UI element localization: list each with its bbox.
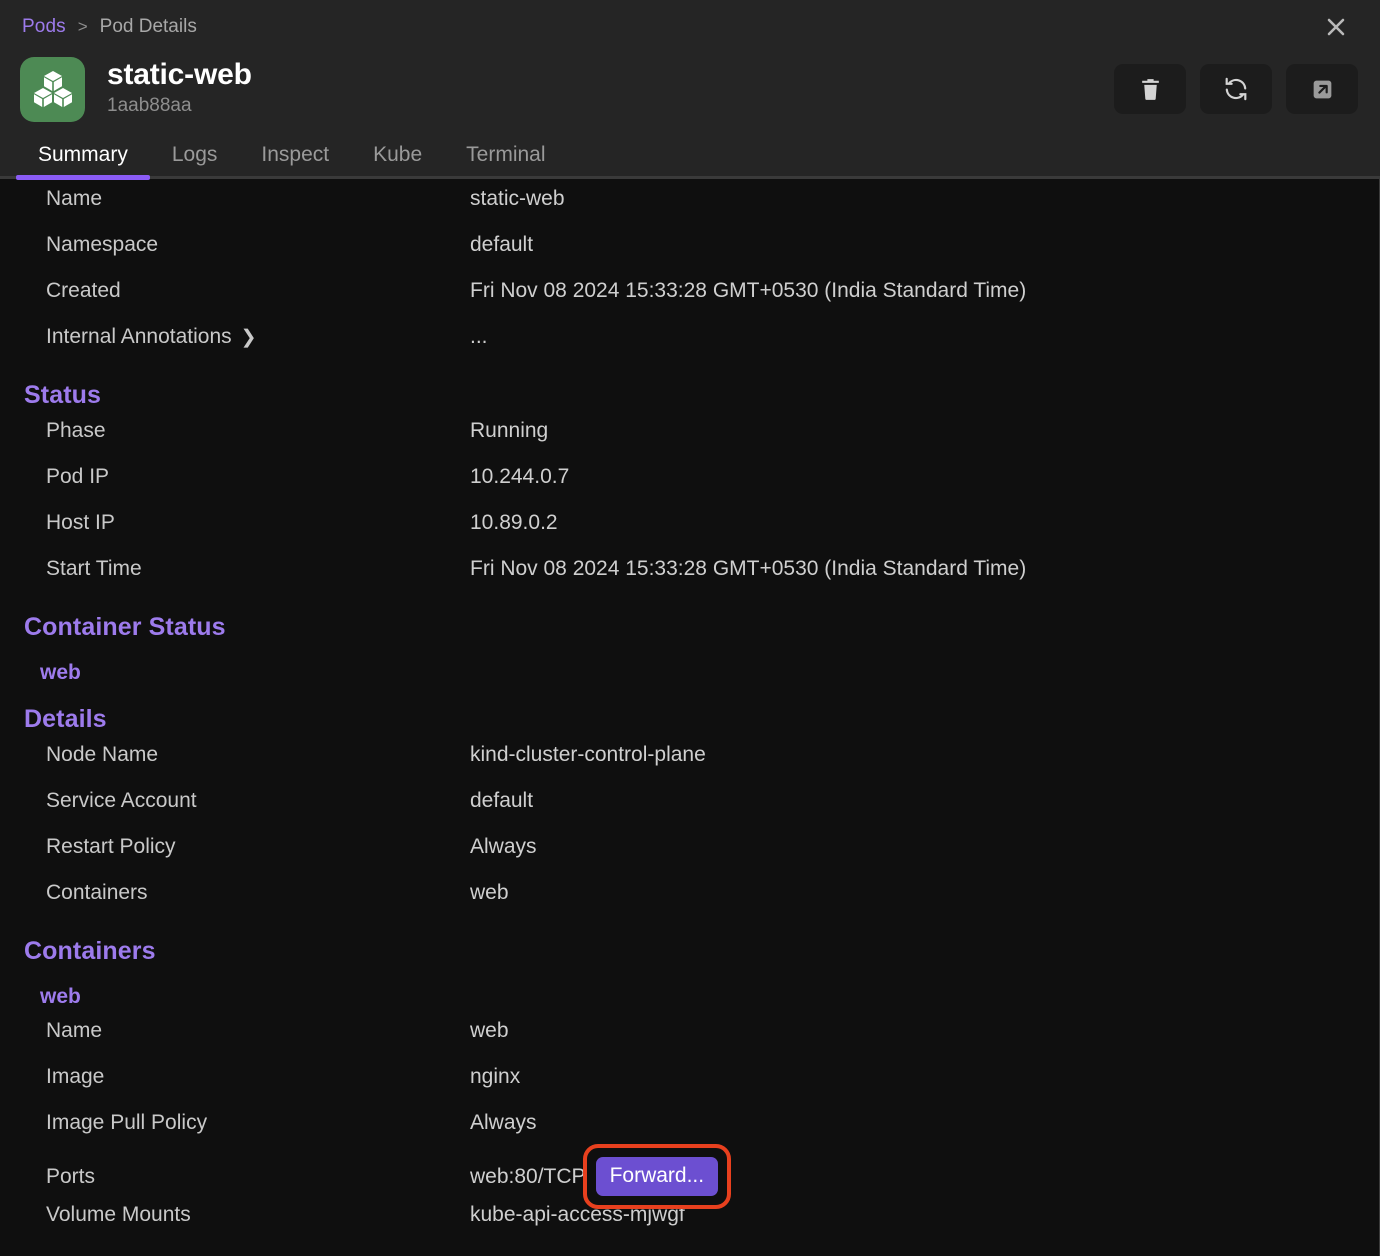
row-value: kind-cluster-control-plane <box>470 743 706 767</box>
pod-id: 1aab88aa <box>107 94 252 119</box>
row-value: Fri Nov 08 2024 15:33:28 GMT+0530 (India… <box>470 279 1026 303</box>
row-value: web <box>470 881 509 905</box>
row-label: Created <box>0 279 470 303</box>
external-link-icon <box>1310 77 1335 102</box>
row-container-name: Name web <box>0 1019 1379 1065</box>
row-phase: Phase Running <box>0 419 1379 465</box>
pod-cubes-icon <box>20 57 85 122</box>
row-label: Image <box>0 1065 470 1089</box>
row-start-time: Start Time Fri Nov 08 2024 15:33:28 GMT+… <box>0 557 1379 603</box>
row-containers: Containers web <box>0 881 1379 927</box>
section-containers: Containers <box>0 927 1379 975</box>
breadcrumb-pods-link[interactable]: Pods <box>22 16 66 38</box>
forward-button-wrapper: Forward... <box>596 1157 719 1196</box>
row-label: Service Account <box>0 789 470 813</box>
refresh-icon <box>1223 76 1249 102</box>
row-value: kube-api-access-mjwgf <box>470 1203 685 1227</box>
row-value: Running <box>470 419 548 443</box>
containers-container-name: web <box>0 975 1379 1019</box>
tab-terminal[interactable]: Terminal <box>444 143 567 178</box>
breadcrumb-current: Pod Details <box>100 16 197 38</box>
row-name: Name static-web <box>0 187 1379 233</box>
row-label: Containers <box>0 881 470 905</box>
row-label-text: Internal Annotations <box>46 325 232 348</box>
row-host-ip: Host IP 10.89.0.2 <box>0 511 1379 557</box>
row-value: Fri Nov 08 2024 15:33:28 GMT+0530 (India… <box>470 557 1026 581</box>
row-label: Host IP <box>0 511 470 535</box>
breadcrumb-separator: > <box>78 17 88 37</box>
row-ports: Ports web:80/TCP Forward... <box>0 1157 1379 1203</box>
container-status-name: web <box>0 651 1379 695</box>
row-label: Name <box>0 187 470 211</box>
page-title: static-web <box>107 59 252 91</box>
row-value: Always <box>470 1111 537 1135</box>
row-label: Volume Mounts <box>0 1203 470 1227</box>
ports-value: web:80/TCP Forward... <box>470 1157 718 1196</box>
close-icon[interactable] <box>1318 9 1354 45</box>
row-value: Always <box>470 835 537 859</box>
open-external-button[interactable] <box>1286 64 1358 114</box>
pod-title-row: static-web 1aab88aa <box>0 53 1380 125</box>
row-node-name: Node Name kind-cluster-control-plane <box>0 743 1379 789</box>
tab-inspect[interactable]: Inspect <box>239 143 351 178</box>
row-value: ... <box>470 325 488 349</box>
row-image: Image nginx <box>0 1065 1379 1111</box>
ports-text: web:80/TCP <box>470 1165 586 1189</box>
refresh-button[interactable] <box>1200 64 1272 114</box>
pod-title-text: static-web 1aab88aa <box>107 59 252 118</box>
row-label: Phase <box>0 419 470 443</box>
summary-panel: Name static-web Namespace default Create… <box>0 178 1380 1256</box>
trash-icon <box>1138 77 1163 102</box>
section-details: Details <box>0 695 1379 743</box>
section-container-status: Container Status <box>0 603 1379 651</box>
row-value: nginx <box>470 1065 520 1089</box>
row-value: 10.89.0.2 <box>470 511 558 535</box>
row-image-pull-policy: Image Pull Policy Always <box>0 1111 1379 1157</box>
chevron-right-icon[interactable]: ❯ <box>241 326 257 349</box>
row-value: web <box>470 1019 509 1043</box>
row-label: Start Time <box>0 557 470 581</box>
row-internal-annotations[interactable]: Internal Annotations ❯ ... <box>0 325 1379 371</box>
row-label: Node Name <box>0 743 470 767</box>
tab-summary[interactable]: Summary <box>16 143 150 178</box>
tab-logs[interactable]: Logs <box>150 143 240 178</box>
row-value: default <box>470 789 533 813</box>
row-restart-policy: Restart Policy Always <box>0 835 1379 881</box>
tab-bar: Summary Logs Inspect Kube Terminal <box>0 125 1380 178</box>
row-label: Image Pull Policy <box>0 1111 470 1135</box>
row-service-account: Service Account default <box>0 789 1379 835</box>
row-namespace: Namespace default <box>0 233 1379 279</box>
row-value: 10.244.0.7 <box>470 465 569 489</box>
row-label: Namespace <box>0 233 470 257</box>
row-value: static-web <box>470 187 565 211</box>
section-status: Status <box>0 371 1379 419</box>
row-label: Ports <box>0 1165 470 1189</box>
row-volume-mounts: Volume Mounts kube-api-access-mjwgf <box>0 1203 1379 1249</box>
row-label: Name <box>0 1019 470 1043</box>
tab-kube[interactable]: Kube <box>351 143 444 178</box>
row-value: default <box>470 233 533 257</box>
port-forward-button[interactable]: Forward... <box>596 1157 719 1196</box>
row-pod-ip: Pod IP 10.244.0.7 <box>0 465 1379 511</box>
breadcrumb: Pods > Pod Details <box>0 0 1380 53</box>
delete-button[interactable] <box>1114 64 1186 114</box>
row-label: Internal Annotations ❯ <box>0 325 470 349</box>
row-label: Restart Policy <box>0 835 470 859</box>
header-actions <box>1114 64 1358 114</box>
pod-details-window: Pods > Pod Details <box>0 0 1380 1256</box>
row-created: Created Fri Nov 08 2024 15:33:28 GMT+053… <box>0 279 1379 325</box>
row-label: Pod IP <box>0 465 470 489</box>
